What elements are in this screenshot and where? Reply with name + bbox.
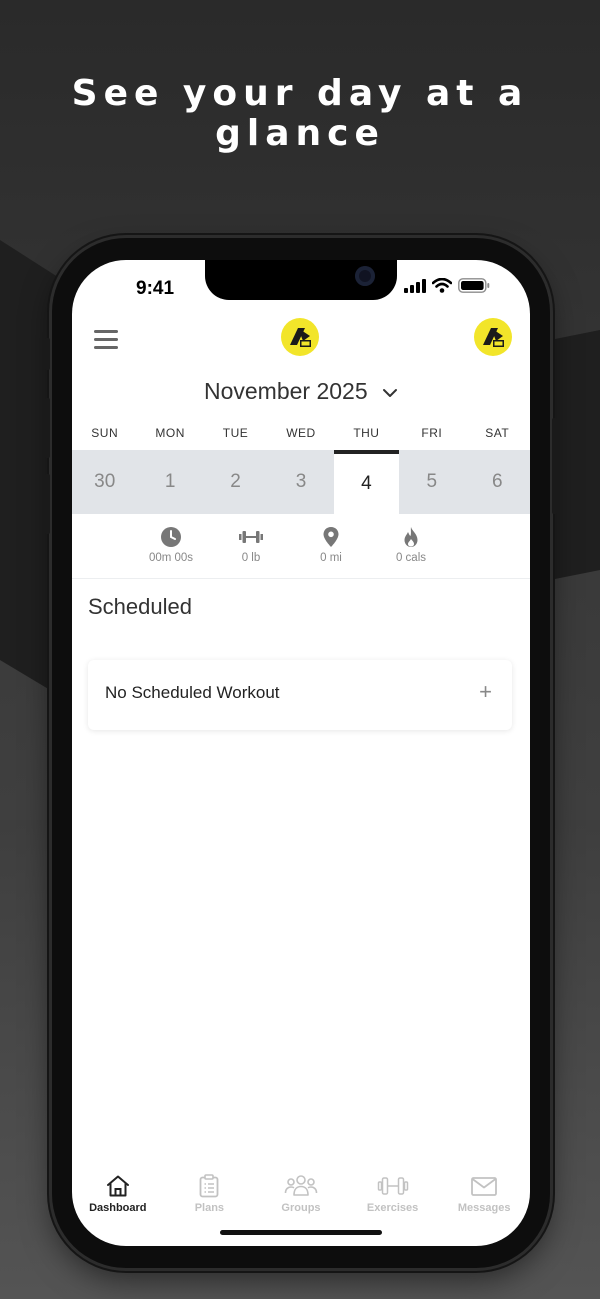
weekday-label: WED	[286, 426, 316, 440]
tab-plans[interactable]: Plans	[164, 1168, 256, 1228]
front-camera	[355, 266, 375, 286]
location-pin-icon	[323, 527, 339, 547]
month-label: November 2025	[203, 378, 368, 404]
status-icons	[404, 278, 490, 293]
tab-messages[interactable]: Messages	[438, 1168, 530, 1228]
weekday-label: THU	[353, 426, 380, 440]
stat-value: 0 lb	[241, 552, 261, 564]
date-cell[interactable]: 6	[465, 450, 530, 514]
bottom-tab-bar: Dashboard Plans Groups Exercises Message…	[72, 1168, 530, 1228]
phone-frame: 9:41 November 2025 SUN MON TUE WED THU F…	[45, 238, 557, 1268]
brand-logo-mark-icon	[290, 328, 311, 347]
scheduled-workout-card[interactable]: No Scheduled Workout +	[88, 660, 512, 730]
flame-icon	[404, 527, 418, 547]
stat-calories: 0 cals	[376, 526, 446, 564]
date-cell-selected[interactable]: 4	[333, 450, 400, 514]
weekday-label: FRI	[421, 426, 443, 440]
date-cell[interactable]: 3	[268, 450, 333, 514]
menu-icon[interactable]	[94, 330, 118, 354]
phone-volume-down	[45, 474, 50, 534]
tab-label: Exercises	[366, 1202, 419, 1214]
envelope-icon	[471, 1177, 498, 1196]
avatar-logo-icon	[483, 328, 504, 347]
add-workout-button[interactable]: +	[479, 681, 492, 703]
promo-headline: See your day at a glance	[71, 73, 529, 154]
date-cell[interactable]: 30	[72, 450, 137, 514]
home-icon	[106, 1175, 129, 1197]
weekday-label: TUE	[222, 426, 249, 440]
phone-power-button	[552, 418, 557, 514]
divider	[72, 578, 530, 579]
battery-icon	[458, 278, 490, 293]
stat-value: 0 mi	[320, 552, 342, 564]
stat-distance: 0 mi	[296, 526, 366, 564]
status-time: 9:41	[136, 278, 175, 299]
stat-value: 00m 00s	[148, 552, 194, 564]
tab-label: Plans	[194, 1202, 225, 1214]
clipboard-icon	[199, 1174, 219, 1198]
wifi-icon	[432, 278, 452, 293]
cellular-signal-icon	[404, 278, 426, 293]
clock-icon	[161, 527, 181, 547]
date-cell[interactable]: 2	[203, 450, 268, 514]
phone-volume-up	[45, 398, 50, 458]
tab-label: Messages	[457, 1202, 511, 1214]
month-selector[interactable]: November 2025	[72, 378, 530, 405]
date-cell[interactable]: 1	[137, 450, 202, 514]
chevron-down-icon	[383, 388, 398, 397]
stat-duration: 00m 00s	[136, 526, 206, 564]
daily-stats: 00m 00s 0 lb 0 mi 0 cals	[136, 526, 446, 564]
stat-value: 0 cals	[395, 552, 427, 564]
tab-label: Groups	[281, 1202, 321, 1214]
camera-notch	[205, 260, 397, 300]
group-icon	[284, 1175, 318, 1196]
dumbbell-icon	[239, 531, 263, 543]
weekday-label: SUN	[91, 426, 119, 440]
weekday-header: SUN MON TUE WED THU FRI SAT	[72, 426, 530, 440]
weekday-label: SAT	[485, 426, 510, 440]
tab-label: Dashboard	[89, 1202, 147, 1214]
app-screen: 9:41 November 2025 SUN MON TUE WED THU F…	[72, 260, 530, 1246]
date-cell[interactable]: 5	[399, 450, 464, 514]
home-indicator	[220, 1230, 382, 1235]
profile-avatar[interactable]	[474, 318, 512, 356]
brand-logo	[281, 318, 319, 356]
section-title-scheduled: Scheduled	[88, 594, 192, 619]
tab-exercises[interactable]: Exercises	[347, 1168, 439, 1228]
week-date-strip: 30 1 2 3 4 5 6	[72, 450, 530, 514]
dumbbell-icon	[377, 1177, 408, 1195]
no-workout-label: No Scheduled Workout	[105, 683, 280, 702]
phone-mute-switch	[45, 338, 50, 370]
stat-weight: 0 lb	[216, 526, 286, 564]
tab-groups[interactable]: Groups	[255, 1168, 347, 1228]
weekday-label: MON	[155, 426, 185, 440]
tab-dashboard[interactable]: Dashboard	[72, 1168, 164, 1228]
